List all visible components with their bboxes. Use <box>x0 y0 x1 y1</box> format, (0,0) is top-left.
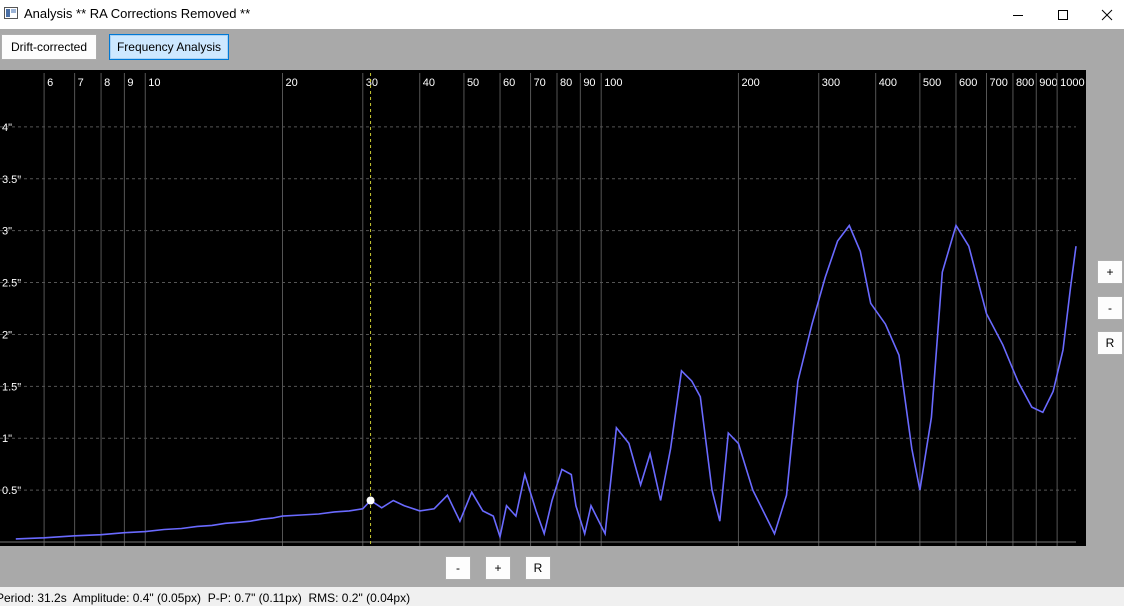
x-tick-label: 80 <box>560 77 572 89</box>
vertical-zoom-out-button[interactable]: - <box>1097 296 1123 320</box>
close-button[interactable] <box>1084 4 1124 26</box>
y-tick-label: 1" <box>2 433 12 445</box>
vertical-reset-button[interactable]: R <box>1097 331 1123 355</box>
window-title: Analysis ** RA Corrections Removed ** <box>24 6 251 21</box>
x-tick-label: 100 <box>604 77 622 89</box>
x-tick-label: 8 <box>104 77 110 89</box>
maximize-icon <box>1058 10 1068 20</box>
minimize-icon <box>1013 15 1023 16</box>
horizontal-zoom-in-button[interactable]: + <box>485 556 511 580</box>
x-tick-label: 6 <box>47 77 53 89</box>
y-tick-label: 1.5" <box>2 381 21 393</box>
x-tick-label: 900 <box>1039 77 1057 89</box>
x-tick-label: 300 <box>822 77 840 89</box>
frequency-plot[interactable]: 6 7 8 9 10 20 30 40 50 60 70 80 90 100 200 300 400 500 600… <box>0 70 1086 546</box>
vertical-zoom-in-button[interactable]: + <box>1097 260 1123 284</box>
tab-drift-corrected[interactable]: Drift-corrected <box>1 34 97 60</box>
tab-frequency-analysis[interactable]: Frequency Analysis <box>109 34 229 60</box>
x-tick-label: 70 <box>534 77 546 89</box>
x-tick-label: 50 <box>467 77 479 89</box>
y-tick-label: 4" <box>2 122 12 134</box>
x-tick-label: 1000 <box>1060 77 1084 89</box>
status-text: Period: 31.2s Amplitude: 0.4" (0.05px) P… <box>0 591 411 605</box>
x-tick-label: 800 <box>1016 77 1034 89</box>
series-line <box>15 223 1077 540</box>
y-tick-label: 0.5" <box>2 485 21 497</box>
x-tick-label: 20 <box>286 77 298 89</box>
x-tick-label: 500 <box>923 77 941 89</box>
x-tick-label: 9 <box>127 77 133 89</box>
x-tick-label: 60 <box>503 77 515 89</box>
x-tick-label: 7 <box>78 77 84 89</box>
maximize-button[interactable] <box>1040 4 1086 26</box>
horizontal-zoom-out-button[interactable]: - <box>445 556 471 580</box>
title-bar: Analysis ** RA Corrections Removed ** <box>0 0 1124 29</box>
x-tick-label: 90 <box>583 77 595 89</box>
cursor-marker <box>366 496 375 505</box>
y-tick-label: 3" <box>2 226 12 238</box>
minimize-button[interactable] <box>995 4 1041 26</box>
x-tick-label: 700 <box>990 77 1008 89</box>
app-icon <box>4 6 18 20</box>
x-tick-label: 30 <box>366 77 378 89</box>
y-tick-label: 3.5" <box>2 174 21 186</box>
horizontal-reset-button[interactable]: R <box>525 556 551 580</box>
x-tick-label: 400 <box>879 77 897 89</box>
status-bar: Period: 31.2s Amplitude: 0.4" (0.05px) P… <box>0 587 1124 606</box>
y-tick-label: 2.5" <box>2 278 21 290</box>
x-tick-label: 40 <box>423 77 435 89</box>
x-tick-label: 10 <box>148 77 160 89</box>
y-tick-label: 2" <box>2 329 12 341</box>
x-tick-label: 200 <box>741 77 759 89</box>
x-tick-label: 600 <box>959 77 977 89</box>
close-icon <box>1101 9 1113 21</box>
frequency-chart: 6 7 8 9 10 20 30 40 50 60 70 80 90 100 200 300 400 500 600… <box>0 73 1085 546</box>
